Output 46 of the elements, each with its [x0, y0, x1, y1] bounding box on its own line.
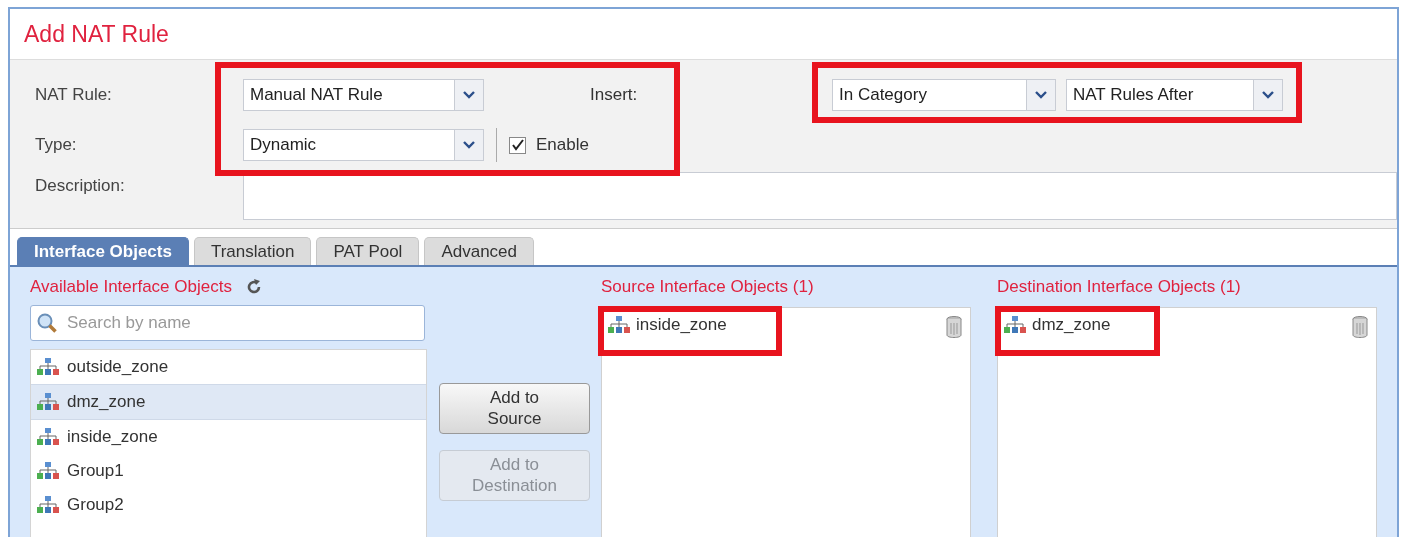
- tab[interactable]: Interface Objects: [17, 237, 189, 265]
- tab[interactable]: PAT Pool: [316, 237, 420, 265]
- tab[interactable]: Translation: [193, 237, 312, 265]
- dropdown-toggle[interactable]: [454, 80, 483, 110]
- chevron-down-icon: [1262, 91, 1274, 99]
- trash-icon[interactable]: [946, 316, 962, 338]
- network-zone-icon: [37, 428, 59, 446]
- section-title: Destination Interface Objects (1): [997, 277, 1241, 297]
- list-item[interactable]: inside_zone: [31, 420, 426, 454]
- chevron-down-icon: [463, 141, 475, 149]
- chevron-down-icon: [1035, 91, 1047, 99]
- position-dropdown[interactable]: NAT Rules After: [1066, 79, 1283, 111]
- tab[interactable]: Advanced: [424, 237, 535, 265]
- network-zone-icon: [37, 393, 59, 411]
- section-title: Source Interface Objects (1): [601, 277, 814, 297]
- network-zone-icon: [1004, 316, 1026, 334]
- network-zone-icon: [37, 496, 59, 514]
- dropdown-toggle[interactable]: [1026, 80, 1055, 110]
- list-item[interactable]: Group2: [31, 488, 426, 522]
- list-item[interactable]: dmz_zone: [31, 384, 426, 420]
- dropdown-toggle[interactable]: [1253, 80, 1282, 110]
- chevron-down-icon: [463, 91, 475, 99]
- field-label: NAT Rule:: [34, 85, 113, 105]
- enable-checkbox[interactable]: [509, 136, 526, 154]
- network-zone-icon: [37, 462, 59, 480]
- add-button[interactable]: Add to Source: [439, 383, 590, 434]
- type-dropdown[interactable]: Dynamic: [243, 129, 484, 161]
- dropdown-toggle[interactable]: [454, 130, 483, 160]
- field-label: Type:: [34, 135, 78, 155]
- trash-icon[interactable]: [1352, 316, 1368, 338]
- dialog-title: Add NAT Rule: [23, 20, 170, 49]
- search-field[interactable]: Search by name: [30, 305, 425, 341]
- description-field[interactable]: [243, 172, 1397, 220]
- refresh-icon[interactable]: [245, 278, 262, 296]
- list-item[interactable]: outside_zone: [31, 350, 426, 384]
- category-dropdown[interactable]: In Category: [832, 79, 1056, 111]
- network-zone-icon: [37, 358, 59, 376]
- field-label: Description:: [34, 175, 126, 196]
- section-title: Available Interface Objects: [30, 277, 232, 297]
- nat-rule-dropdown[interactable]: Manual NAT Rule: [243, 79, 484, 111]
- list-item[interactable]: Group1: [31, 454, 426, 488]
- network-zone-icon: [608, 316, 630, 334]
- field-label: Insert:: [590, 85, 639, 105]
- list-item[interactable]: inside_zone: [602, 308, 970, 342]
- checkbox-label: Enable: [536, 135, 589, 155]
- list-item[interactable]: dmz_zone: [998, 308, 1376, 342]
